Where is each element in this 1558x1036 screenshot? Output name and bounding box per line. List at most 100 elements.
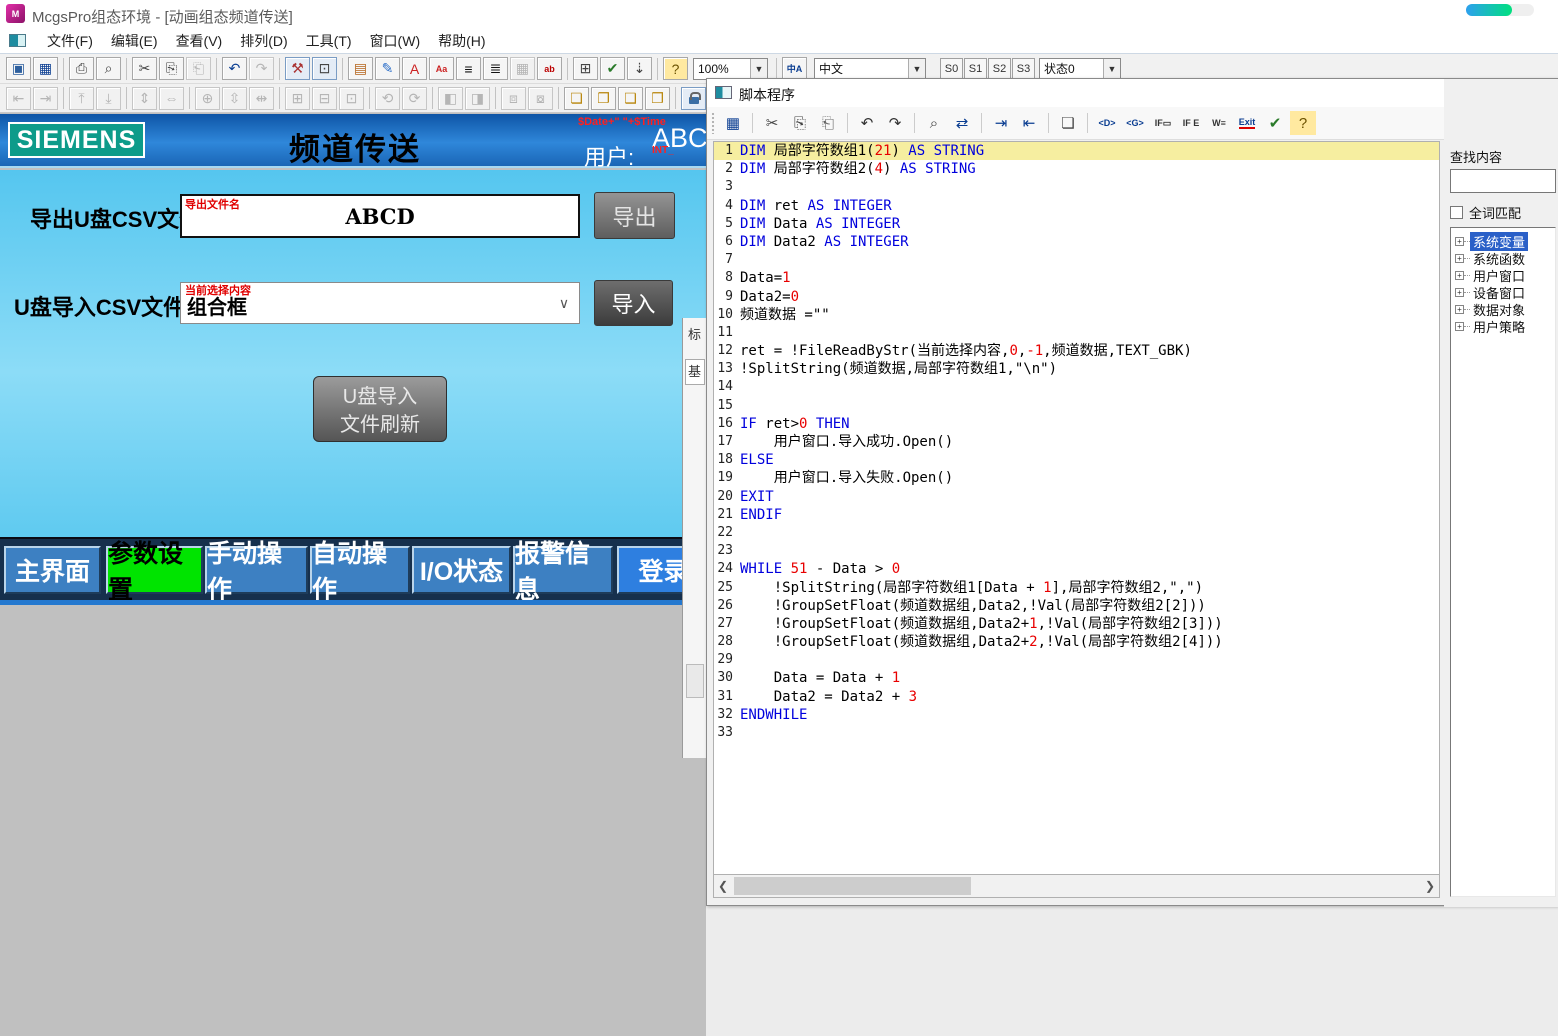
lang-switch-icon[interactable]: 中A bbox=[782, 57, 807, 80]
nav-button[interactable]: 主界面 bbox=[4, 546, 101, 594]
find-input[interactable] bbox=[1450, 169, 1556, 193]
window-edit-icon[interactable]: ⊡ bbox=[312, 57, 337, 80]
export-button[interactable]: 导出 bbox=[594, 192, 675, 239]
tree-item[interactable]: +设备窗口 bbox=[1451, 284, 1555, 301]
help-icon[interactable]: ? bbox=[1290, 111, 1316, 135]
code-line[interactable]: 24WHILE 51 - Data > 0 bbox=[714, 560, 1439, 578]
cut-icon[interactable]: ✂ bbox=[132, 57, 157, 80]
code-line[interactable]: 25 !SplitString(局部字符数组1[Data + 1],局部字符数组… bbox=[714, 579, 1439, 597]
expand-icon[interactable]: + bbox=[1455, 237, 1464, 246]
draw-icon[interactable]: ✎ bbox=[375, 57, 400, 80]
help-icon[interactable]: ? bbox=[663, 57, 688, 80]
expand-icon[interactable]: + bbox=[1455, 322, 1464, 331]
undo-icon[interactable]: ↶ bbox=[222, 57, 247, 80]
toolbox-tab[interactable]: 标 bbox=[685, 324, 705, 343]
new-icon[interactable]: ▣ bbox=[6, 57, 31, 80]
code-line[interactable]: 33 bbox=[714, 724, 1439, 742]
code-line[interactable]: 30 Data = Data + 1 bbox=[714, 669, 1439, 687]
expand-icon[interactable]: + bbox=[1455, 254, 1464, 263]
code-line[interactable]: 13!SplitString(频道数据,局部字符数组1,"\n") bbox=[714, 360, 1439, 378]
print-icon[interactable]: ⎙ bbox=[69, 57, 94, 80]
exit-icon[interactable]: Exit bbox=[1234, 111, 1260, 135]
nav-button[interactable]: I/O状态 bbox=[412, 546, 511, 594]
status-select[interactable]: 状态0 ▼ bbox=[1039, 58, 1121, 80]
tree-item[interactable]: +系统变量 bbox=[1451, 233, 1555, 250]
nav-button[interactable]: 参数设置 bbox=[106, 546, 203, 594]
code-line[interactable]: 16IF ret>0 THEN bbox=[714, 415, 1439, 433]
chevron-down-icon[interactable]: ▼ bbox=[908, 59, 925, 79]
expand-icon[interactable]: + bbox=[1455, 305, 1464, 314]
device-icon[interactable]: ▤ bbox=[348, 57, 373, 80]
undo-icon[interactable]: ↶ bbox=[854, 111, 880, 135]
menu-item[interactable]: 工具(T) bbox=[297, 28, 361, 54]
if-then-icon[interactable]: IF▭ bbox=[1150, 111, 1176, 135]
zoom-select[interactable]: 100% ▼ bbox=[693, 58, 768, 80]
toolbar-grip[interactable] bbox=[711, 112, 715, 134]
chevron-down-icon[interactable]: ▼ bbox=[750, 59, 767, 79]
code-line[interactable]: 14 bbox=[714, 378, 1439, 396]
code-line[interactable]: 9Data2=0 bbox=[714, 288, 1439, 306]
tree-item[interactable]: +用户窗口 bbox=[1451, 267, 1555, 284]
toolbox-scrollbar[interactable] bbox=[686, 664, 704, 698]
toolbox-icon[interactable]: ⚒ bbox=[285, 57, 310, 80]
code-line[interactable]: 12ret = !FileReadByStr(当前选择内容,0,-1,频道数据,… bbox=[714, 342, 1439, 360]
spellcheck-icon[interactable]: ab bbox=[537, 57, 562, 80]
code-line[interactable]: 1DIM 局部字符数组1(21) AS STRING bbox=[714, 142, 1439, 160]
whole-word-checkbox[interactable] bbox=[1450, 206, 1463, 219]
copy-icon[interactable]: ⎘ bbox=[159, 57, 184, 80]
import-file-combobox[interactable]: 组合框 当前选择内容 ∨ bbox=[180, 282, 580, 324]
text-element-icon[interactable]: A bbox=[402, 57, 427, 80]
scrollbar-track[interactable] bbox=[732, 875, 1421, 897]
scroll-right-icon[interactable]: ❯ bbox=[1421, 875, 1439, 897]
send-back-icon[interactable]: ❐ bbox=[591, 87, 616, 110]
expand-icon[interactable]: + bbox=[1455, 288, 1464, 297]
redo-icon[interactable]: ↷ bbox=[882, 111, 908, 135]
tree-item[interactable]: +用户策略 bbox=[1451, 318, 1555, 335]
code-line[interactable]: 21ENDIF bbox=[714, 506, 1439, 524]
nav-button[interactable]: 报警信息 bbox=[513, 546, 613, 594]
save-icon[interactable]: ▦ bbox=[33, 57, 58, 80]
hline-icon[interactable]: ≡ bbox=[456, 57, 481, 80]
nav-button[interactable]: 自动操作 bbox=[310, 546, 410, 594]
syntax-check-icon[interactable]: ✔ bbox=[1262, 111, 1288, 135]
replace-icon[interactable]: ⇄ bbox=[949, 111, 975, 135]
toolbox-tab[interactable]: 基 bbox=[685, 359, 705, 385]
state-button-s3[interactable]: S3 bbox=[1012, 58, 1035, 80]
menu-item[interactable]: 窗口(W) bbox=[361, 28, 430, 54]
code-line[interactable]: 4DIM ret AS INTEGER bbox=[714, 197, 1439, 215]
save-icon[interactable]: ▦ bbox=[720, 111, 746, 135]
code-editor[interactable]: 1DIM 局部字符数组1(21) AS STRING2DIM 局部字符数组2(4… bbox=[713, 141, 1440, 874]
code-line[interactable]: 17 用户窗口.导入成功.Open() bbox=[714, 433, 1439, 451]
tree-item[interactable]: +系统函数 bbox=[1451, 250, 1555, 267]
code-line[interactable]: 28 !GroupSetFloat(频道数据组,Data2+2,!Val(局部字… bbox=[714, 633, 1439, 651]
if-else-icon[interactable]: IF E bbox=[1178, 111, 1204, 135]
state-button-s2[interactable]: S2 bbox=[988, 58, 1011, 80]
script-titlebar[interactable]: 脚本程序 bbox=[707, 79, 1557, 107]
code-line[interactable]: 27 !GroupSetFloat(频道数据组,Data2+1,!Val(局部字… bbox=[714, 615, 1439, 633]
import-button[interactable]: 导入 bbox=[594, 280, 673, 326]
scrollbar-thumb[interactable] bbox=[734, 877, 971, 895]
menu-item[interactable]: 文件(F) bbox=[38, 28, 102, 54]
sort-icon[interactable]: ⇣ bbox=[627, 57, 652, 80]
bring-forward-icon[interactable]: ❑ bbox=[618, 87, 643, 110]
scroll-left-icon[interactable]: ❮ bbox=[714, 875, 732, 897]
indent-right-icon[interactable]: ⇥ bbox=[988, 111, 1014, 135]
properties-icon[interactable]: ⊞ bbox=[573, 57, 598, 80]
code-line[interactable]: 22 bbox=[714, 524, 1439, 542]
lock-icon[interactable] bbox=[681, 87, 706, 110]
menu-item[interactable]: 排列(D) bbox=[231, 28, 296, 54]
code-line[interactable]: 32ENDWHILE bbox=[714, 706, 1439, 724]
insert-global-icon[interactable]: <G> bbox=[1122, 111, 1148, 135]
indent-left-icon[interactable]: ⇤ bbox=[1016, 111, 1042, 135]
verify-icon[interactable]: ✔ bbox=[600, 57, 625, 80]
code-line[interactable]: 19 用户窗口.导入失败.Open() bbox=[714, 469, 1439, 487]
code-line[interactable]: 15 bbox=[714, 397, 1439, 415]
code-line[interactable]: 8Data=1 bbox=[714, 269, 1439, 287]
code-line[interactable]: 5DIM Data AS INTEGER bbox=[714, 215, 1439, 233]
menu-item[interactable]: 查看(V) bbox=[167, 28, 232, 54]
preview-icon[interactable]: ⌕ bbox=[96, 57, 121, 80]
while-icon[interactable]: W≡ bbox=[1206, 111, 1232, 135]
code-line[interactable]: 7 bbox=[714, 251, 1439, 269]
tree-item[interactable]: +数据对象 bbox=[1451, 301, 1555, 318]
code-line[interactable]: 6DIM Data2 AS INTEGER bbox=[714, 233, 1439, 251]
